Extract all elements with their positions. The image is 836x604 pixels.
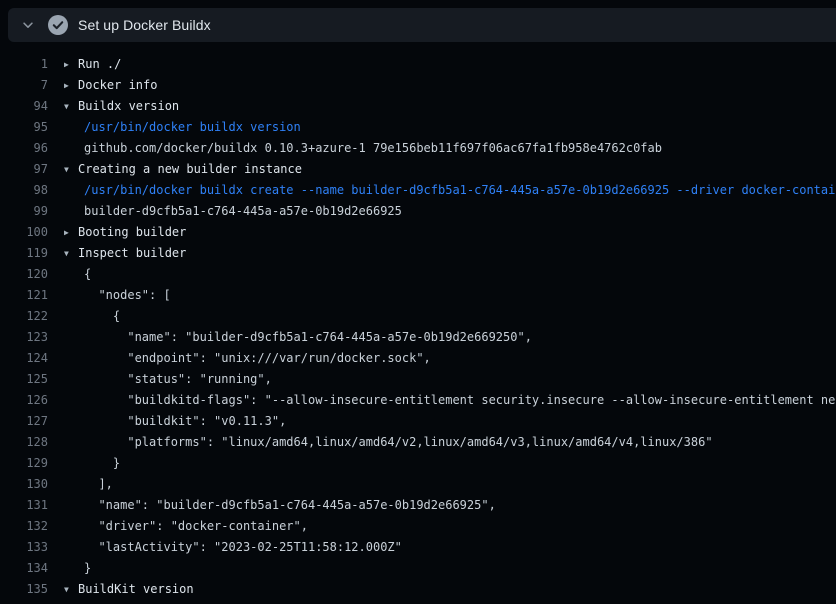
line-number[interactable]: 129: [0, 453, 48, 474]
log-line: 136 builder-d9cfb5a1-c764-445a-a57e-0b19…: [0, 600, 836, 604]
log-line-group[interactable]: 94 ▼Buildx version: [0, 96, 836, 117]
line-number[interactable]: 126: [0, 390, 48, 411]
triangle-right-icon: ▶: [64, 222, 78, 243]
line-text: Docker info: [78, 78, 157, 92]
log-line: 131 "name": "builder-d9cfb5a1-c764-445a-…: [0, 495, 836, 516]
log-line-group[interactable]: 119 ▼Inspect builder: [0, 243, 836, 264]
line-text: ],: [84, 477, 113, 491]
line-text: "nodes": [: [84, 288, 171, 302]
line-text: "status": "running",: [84, 372, 272, 386]
line-number[interactable]: 130: [0, 474, 48, 495]
line-text: "lastActivity": "2023-02-25T11:58:12.000…: [84, 540, 402, 554]
log-line: 128 "platforms": "linux/amd64,linux/amd6…: [0, 432, 836, 453]
log-line-group[interactable]: 100 ▶Booting builder: [0, 222, 836, 243]
line-number[interactable]: 119: [0, 243, 48, 264]
line-number[interactable]: 132: [0, 516, 48, 537]
line-number[interactable]: 98: [0, 180, 48, 201]
log-line: 134 }: [0, 558, 836, 579]
line-number[interactable]: 124: [0, 348, 48, 369]
line-text: Inspect builder: [78, 246, 186, 260]
check-circle-icon: [48, 15, 68, 35]
line-text: "buildkitd-flags": "--allow-insecure-ent…: [84, 393, 836, 407]
line-text: "name": "builder-d9cfb5a1-c764-445a-a57e…: [84, 498, 496, 512]
step-header[interactable]: Set up Docker Buildx: [8, 8, 836, 42]
line-number[interactable]: 99: [0, 201, 48, 222]
line-number[interactable]: 128: [0, 432, 48, 453]
log-line: 120 {: [0, 264, 836, 285]
log-line: 124 "endpoint": "unix:///var/run/docker.…: [0, 348, 836, 369]
line-number[interactable]: 94: [0, 96, 48, 117]
log-line-group[interactable]: 7 ▶Docker info: [0, 75, 836, 96]
log-line: 123 "name": "builder-d9cfb5a1-c764-445a-…: [0, 327, 836, 348]
log-line: 127 "buildkit": "v0.11.3",: [0, 411, 836, 432]
line-number[interactable]: 123: [0, 327, 48, 348]
line-text: /usr/bin/docker buildx create --name bui…: [84, 183, 836, 197]
line-text: "buildkit": "v0.11.3",: [84, 414, 286, 428]
line-number[interactable]: 97: [0, 159, 48, 180]
line-number[interactable]: 121: [0, 285, 48, 306]
log-line-group[interactable]: 135 ▼BuildKit version: [0, 579, 836, 600]
line-number[interactable]: 125: [0, 369, 48, 390]
line-text: github.com/docker/buildx 0.10.3+azure-1 …: [84, 141, 662, 155]
chevron-down-icon[interactable]: [8, 18, 48, 32]
log-line: 129 }: [0, 453, 836, 474]
line-number[interactable]: 133: [0, 537, 48, 558]
line-text: Run ./: [78, 57, 121, 71]
line-text: "platforms": "linux/amd64,linux/amd64/v2…: [84, 435, 713, 449]
log-line-group[interactable]: 97 ▼Creating a new builder instance: [0, 159, 836, 180]
log-line: 132 "driver": "docker-container",: [0, 516, 836, 537]
line-text: builder-d9cfb5a1-c764-445a-a57e-0b19d2e6…: [84, 204, 402, 218]
log-line: 126 "buildkitd-flags": "--allow-insecure…: [0, 390, 836, 411]
line-number[interactable]: 96: [0, 138, 48, 159]
line-number[interactable]: 131: [0, 495, 48, 516]
line-number[interactable]: 134: [0, 558, 48, 579]
log-line: 130 ],: [0, 474, 836, 495]
line-text: }: [84, 561, 91, 575]
line-number[interactable]: 120: [0, 264, 48, 285]
line-text: Buildx version: [78, 99, 179, 113]
log-lines: 1 ▶Run ./ 7 ▶Docker info 94 ▼Buildx vers…: [0, 42, 836, 604]
triangle-right-icon: ▶: [64, 54, 78, 75]
log-line: 99 builder-d9cfb5a1-c764-445a-a57e-0b19d…: [0, 201, 836, 222]
line-number[interactable]: 100: [0, 222, 48, 243]
triangle-down-icon: ▼: [64, 243, 78, 264]
log-line: 122 {: [0, 306, 836, 327]
line-number[interactable]: 1: [0, 54, 48, 75]
line-text: Booting builder: [78, 225, 186, 239]
line-text: {: [84, 267, 91, 281]
line-number[interactable]: 135: [0, 579, 48, 600]
line-text: BuildKit version: [78, 582, 194, 596]
log-viewer: Set up Docker Buildx 1 ▶Run ./ 7 ▶Docker…: [0, 0, 836, 604]
line-text: "driver": "docker-container",: [84, 519, 308, 533]
log-line: 133 "lastActivity": "2023-02-25T11:58:12…: [0, 537, 836, 558]
line-number[interactable]: 7: [0, 75, 48, 96]
triangle-down-icon: ▼: [64, 159, 78, 180]
line-text: "endpoint": "unix:///var/run/docker.sock…: [84, 351, 431, 365]
line-text: }: [84, 456, 120, 470]
step-title: Set up Docker Buildx: [78, 17, 211, 33]
log-line: 125 "status": "running",: [0, 369, 836, 390]
triangle-right-icon: ▶: [64, 75, 78, 96]
line-text: /usr/bin/docker buildx version: [84, 120, 301, 134]
log-line: 96 github.com/docker/buildx 0.10.3+azure…: [0, 138, 836, 159]
log-line: 95 /usr/bin/docker buildx version: [0, 117, 836, 138]
log-line-group[interactable]: 1 ▶Run ./: [0, 54, 836, 75]
log-line: 121 "nodes": [: [0, 285, 836, 306]
line-text: Creating a new builder instance: [78, 162, 302, 176]
log-line: 98 /usr/bin/docker buildx create --name …: [0, 180, 836, 201]
line-number[interactable]: 95: [0, 117, 48, 138]
triangle-down-icon: ▼: [64, 96, 78, 117]
line-number[interactable]: 127: [0, 411, 48, 432]
triangle-down-icon: ▼: [64, 579, 78, 600]
line-text: {: [84, 309, 120, 323]
line-number[interactable]: 136: [0, 600, 48, 604]
line-text: "name": "builder-d9cfb5a1-c764-445a-a57e…: [84, 330, 532, 344]
line-number[interactable]: 122: [0, 306, 48, 327]
